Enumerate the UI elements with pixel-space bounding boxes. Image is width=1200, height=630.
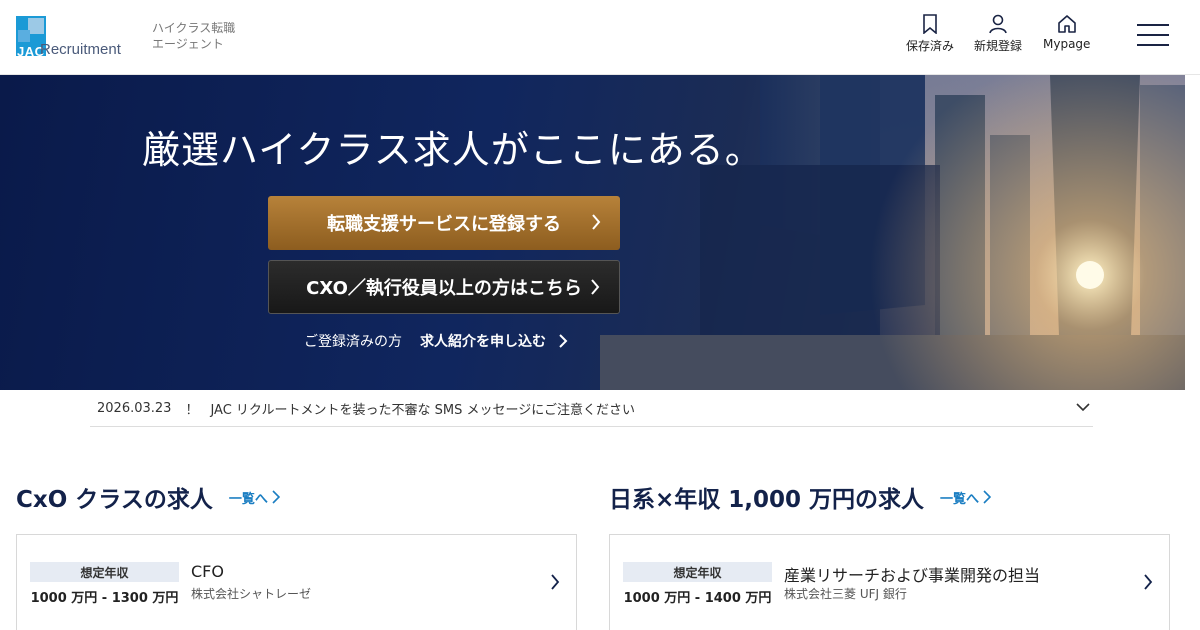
chevron-right-icon — [592, 214, 601, 230]
nav-register-label: 新規登録 — [974, 39, 1023, 53]
tagline-line-2: エージェント — [152, 37, 224, 51]
section-title: CxO クラスの求人 — [16, 487, 213, 513]
section-heading: 日系×年収 1,000 万円の求人 一覧へ — [609, 475, 1170, 519]
nav-mypage-label: Mypage — [1043, 37, 1091, 51]
salary-value: 1000 万円 - 1300 万円 — [30, 591, 179, 606]
chevron-right-icon — [1144, 574, 1153, 590]
hero-banner: 厳選ハイクラス求人がここにある。 転職支援サービスに登録する CXO／執行役員以… — [0, 75, 1185, 390]
registered-label: ご登録済みの方 — [304, 334, 402, 350]
bookmark-icon — [923, 14, 937, 34]
section-heading: CxO クラスの求人 一覧へ — [16, 475, 577, 519]
section-title: 日系×年収 1,000 万円の求人 — [609, 487, 925, 513]
tagline-line-1: ハイクラス転職 — [152, 21, 236, 35]
notice-alert-mark: ！ — [185, 402, 199, 418]
salary-value: 1000 万円 - 1400 万円 — [623, 591, 772, 606]
home-icon — [1057, 15, 1076, 33]
view-all-label: 一覧へ — [228, 491, 268, 507]
view-all-label: 一覧へ — [940, 491, 980, 507]
nav-mypage[interactable]: Mypage — [1043, 14, 1090, 51]
japanese-view-all-link[interactable]: 一覧へ — [940, 488, 992, 507]
chevron-right-icon — [272, 490, 280, 504]
job-title: CFO — [191, 562, 224, 581]
notice-bar[interactable]: 2026.03.23 ！ JAC リクルートメントを装った不審な SMS メッセ… — [90, 390, 1093, 427]
chevron-right-icon — [551, 574, 560, 590]
site-header: JAC Recruitment ハイクラス転職 エージェント 保存済み 新規登録… — [0, 0, 1200, 75]
nav-saved-label: 保存済み — [906, 39, 955, 53]
logo-text: Recruitment — [40, 41, 121, 58]
chevron-right-icon — [983, 490, 992, 504]
cxo-view-all-link[interactable]: 一覧へ — [229, 488, 280, 507]
hamburger-icon[interactable] — [1137, 24, 1169, 46]
nav-saved[interactable]: 保存済み — [906, 14, 954, 54]
company-name: 株式会社三菱 UFJ 銀行 — [784, 587, 907, 601]
chevron-right-icon — [559, 334, 568, 348]
company-name: 株式会社シャトレーゼ — [191, 587, 312, 601]
request-job-referral-link[interactable]: 求人紹介を申し込む — [420, 331, 546, 351]
tagline: ハイクラス転職 エージェント — [152, 20, 235, 52]
job-card[interactable]: 想定年収 1000 万円 - 1400 万円 産業リサーチおよび事業開発の担当 … — [609, 534, 1170, 630]
register-service-label: 転職支援サービスに登録する — [327, 214, 561, 235]
chevron-down-icon[interactable] — [1075, 401, 1091, 413]
register-service-button[interactable]: 転職支援サービスに登録する — [268, 196, 620, 250]
hero-title: 厳選ハイクラス求人がここにある。 — [142, 128, 764, 172]
nav-register[interactable]: 新規登録 — [974, 14, 1022, 54]
registered-user-row: ご登録済みの方 求人紹介を申し込む — [304, 331, 570, 351]
job-title: 産業リサーチおよび事業開発の担当 — [784, 566, 1041, 585]
japanese-high-salary-section: 日系×年収 1,000 万円の求人 一覧へ 想定年収 1000 万円 - 140… — [609, 475, 1170, 630]
notice-date: 2026.03.23 — [97, 400, 172, 416]
job-card[interactable]: 想定年収 1000 万円 - 1300 万円 CFO 株式会社シャトレーゼ — [16, 534, 577, 630]
cxo-jobs-section: CxO クラスの求人 一覧へ 想定年収 1000 万円 - 1300 万円 CF… — [16, 475, 577, 630]
salary-label: 想定年収 — [30, 562, 179, 582]
notice-text: JAC リクルートメントを装った不審な SMS メッセージにご注意ください — [210, 402, 636, 418]
chevron-right-icon — [591, 279, 600, 295]
cxo-executive-label: CXO／執行役員以上の方はこちら — [306, 278, 582, 299]
cxo-executive-button[interactable]: CXO／執行役員以上の方はこちら — [268, 260, 620, 314]
salary-label: 想定年収 — [623, 562, 772, 582]
user-icon — [989, 14, 1007, 34]
